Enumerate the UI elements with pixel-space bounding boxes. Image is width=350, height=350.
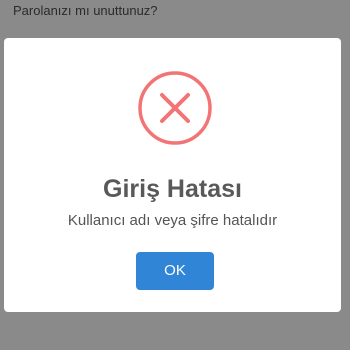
error-dialog: Giriş Hatası Kullanıcı adı veya şifre ha… bbox=[4, 38, 341, 312]
error-x-circle-icon bbox=[138, 71, 212, 145]
dialog-message: Kullanıcı adı veya şifre hatalıdır bbox=[67, 212, 278, 229]
dialog-title: Giriş Hatası bbox=[103, 175, 242, 203]
ok-button[interactable]: OK bbox=[136, 252, 214, 290]
forgot-password-link[interactable]: Parolanızı mı unuttunuz? bbox=[13, 3, 158, 18]
